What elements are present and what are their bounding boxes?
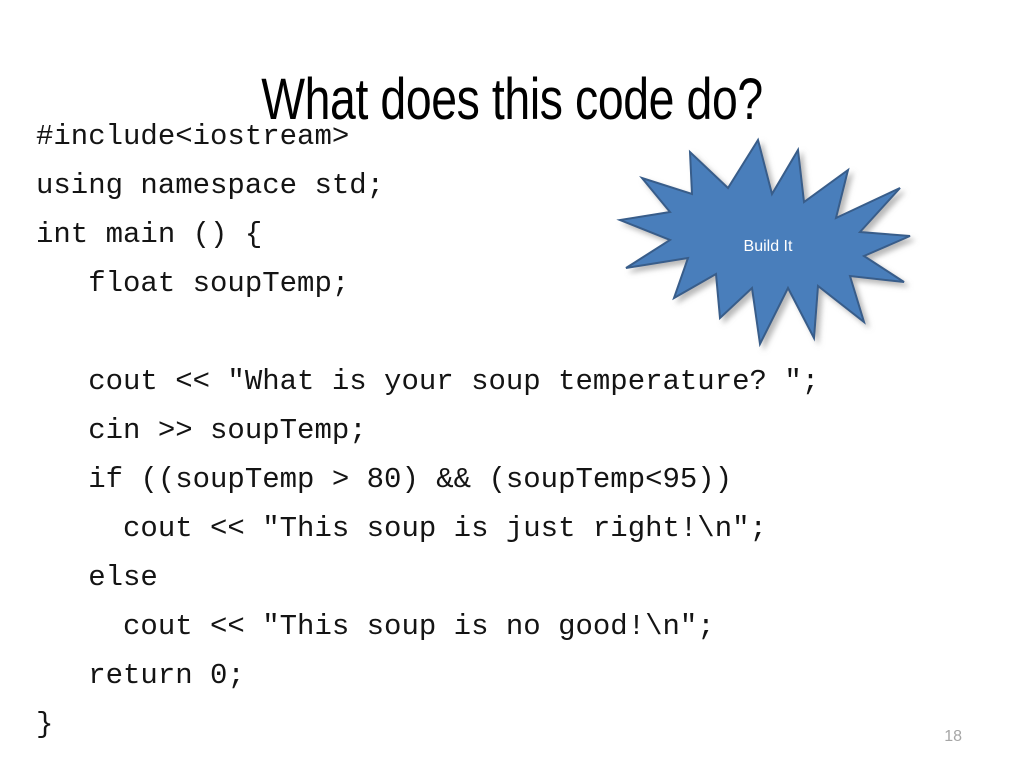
starburst-polygon (616, 137, 911, 348)
code-line: cout << "This soup is just right!\n"; (36, 512, 767, 545)
code-line: cin >> soupTemp; (36, 414, 367, 447)
starburst-icon (616, 137, 911, 348)
code-line: if ((soupTemp > 80) && (soupTemp<95)) (36, 463, 733, 496)
code-line: } (36, 708, 54, 741)
code-line: cout << "This soup is no good!\n"; (36, 610, 715, 643)
code-line: cout << "What is your soup temperature? … (36, 365, 820, 398)
slide-canvas: What does this code do? #include<iostrea… (0, 0, 1024, 768)
build-it-callout[interactable]: Build It (612, 132, 918, 358)
page-number: 18 (944, 728, 962, 745)
code-line: else (36, 561, 158, 594)
code-line: return 0; (36, 659, 245, 692)
